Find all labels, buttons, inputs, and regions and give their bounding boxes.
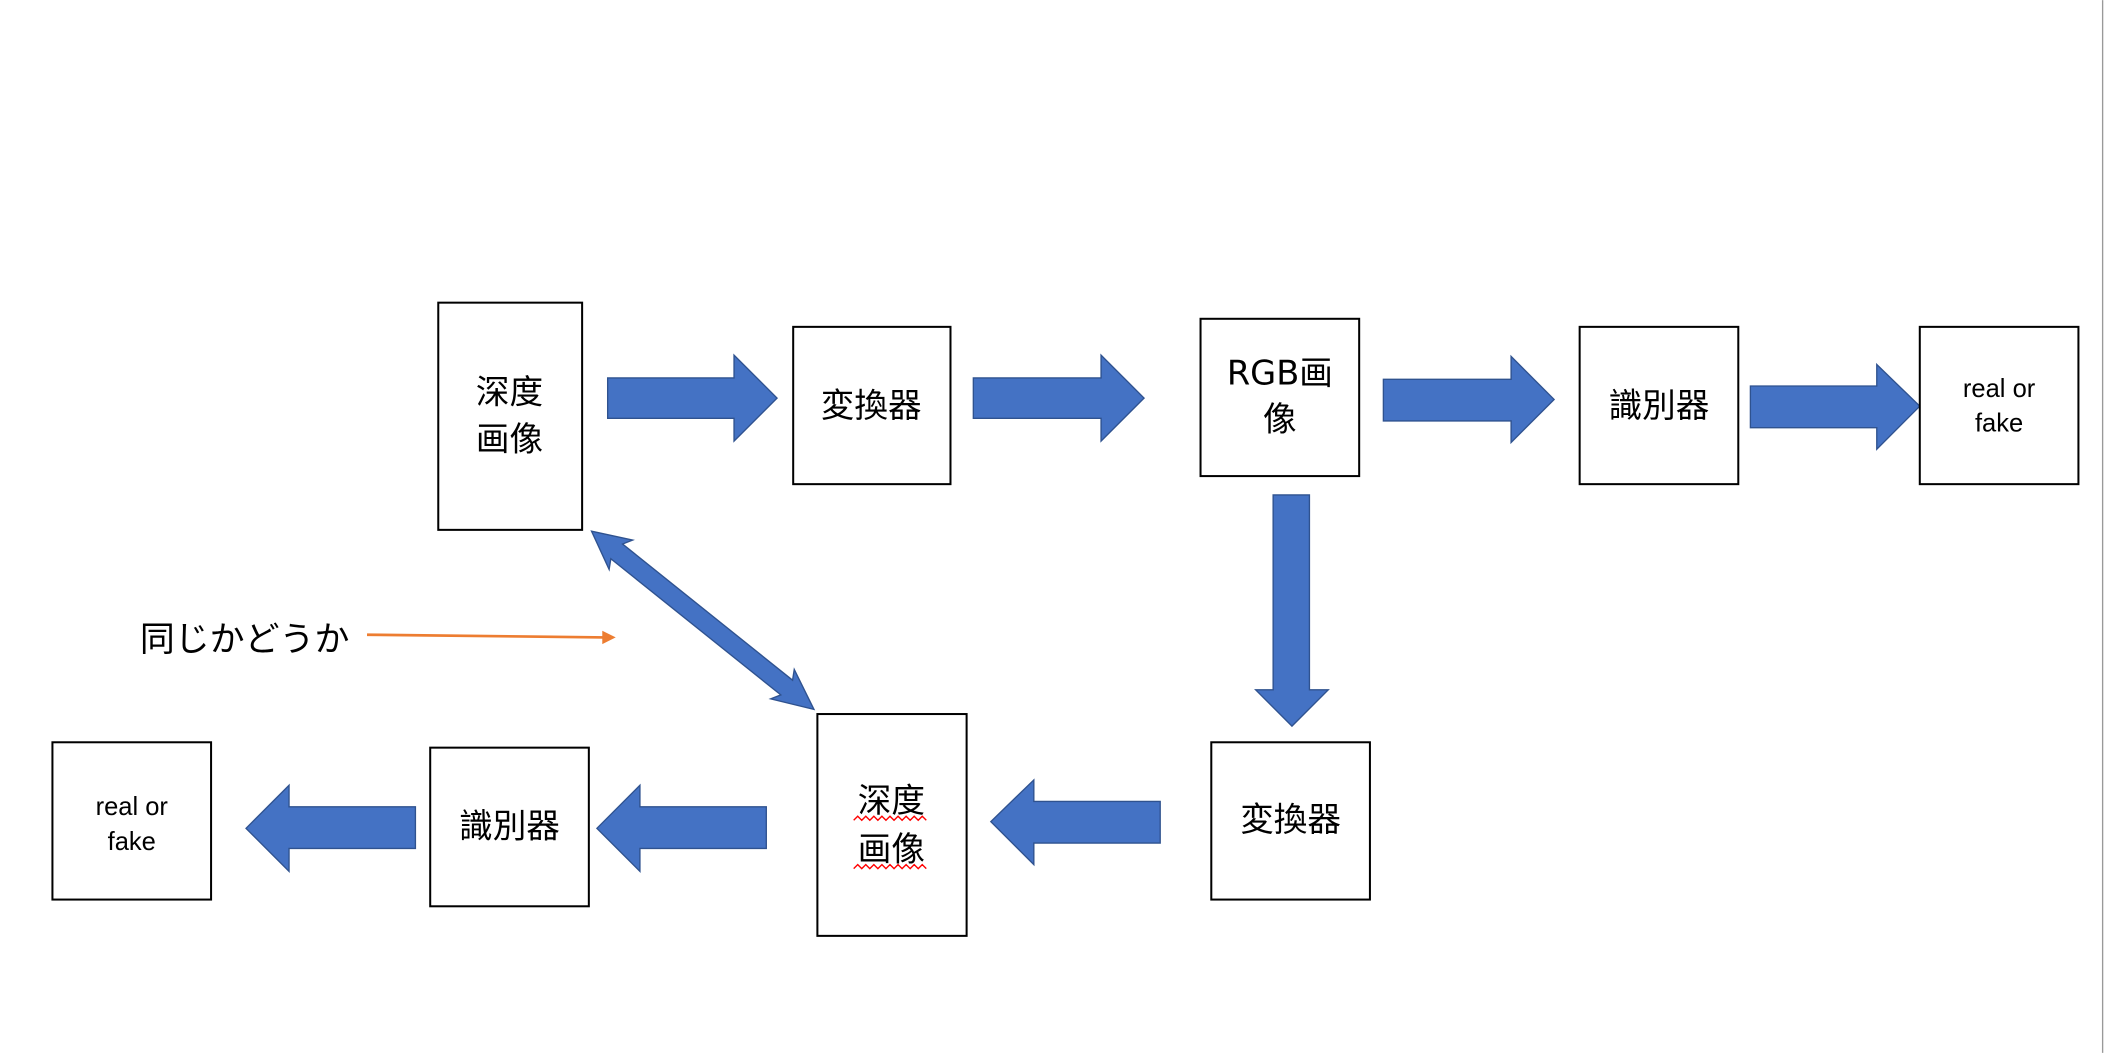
svg-text:識別器: 識別器	[1609, 386, 1710, 425]
note-arrowhead	[602, 630, 616, 645]
note-label: 同じかどうか	[140, 620, 350, 660]
node-converter-1[interactable]: 変換器	[792, 325, 952, 486]
arrow-right-4	[1749, 362, 1921, 451]
svg-text:識別器: 識別器	[459, 807, 560, 846]
node-output-2[interactable]: real or fake	[51, 741, 213, 901]
node-depth-image-2[interactable]: 深度 画像	[816, 713, 968, 937]
svg-text:画像: 画像	[476, 420, 543, 459]
svg-text:変換器: 変換器	[1240, 800, 1341, 839]
arrow-left-3	[245, 783, 417, 873]
svg-text:変換器: 変換器	[821, 386, 922, 425]
svg-text:深度: 深度	[858, 781, 925, 820]
svg-text:fake: fake	[108, 828, 156, 856]
svg-text:像: 像	[1263, 399, 1297, 438]
svg-text:real or: real or	[96, 793, 169, 821]
arrow-bidirectional	[590, 530, 816, 711]
arrow-left-2	[595, 783, 767, 873]
node-rgb-image[interactable]: RGB画 像	[1199, 317, 1361, 478]
node-converter-2[interactable]: 変換器	[1210, 741, 1371, 901]
node-discriminator-2[interactable]: 識別器	[429, 746, 590, 908]
svg-text:画像: 画像	[858, 830, 925, 869]
arrow-right-2	[972, 353, 1146, 443]
note-arrow-line	[367, 633, 605, 639]
node-output-1[interactable]: real or fake	[1918, 325, 2080, 486]
node-depth-image-1[interactable]: 深度 画像	[437, 301, 584, 531]
arrow-right-3	[1382, 354, 1556, 445]
node-discriminator-1[interactable]: 識別器	[1578, 325, 1740, 486]
arrow-down	[1254, 494, 1330, 728]
diagram-canvas: 深度 画像 変換器 RGB画 像 識別器 real or fake 同じかどうか…	[51, 0, 2104, 1053]
svg-text:real or: real or	[1963, 375, 2036, 403]
arrow-left-1	[989, 778, 1161, 867]
arrow-right-1	[606, 353, 779, 443]
svg-text:fake: fake	[1975, 410, 2023, 438]
svg-text:RGB画: RGB画	[1227, 354, 1333, 393]
svg-text:深度: 深度	[476, 372, 543, 411]
